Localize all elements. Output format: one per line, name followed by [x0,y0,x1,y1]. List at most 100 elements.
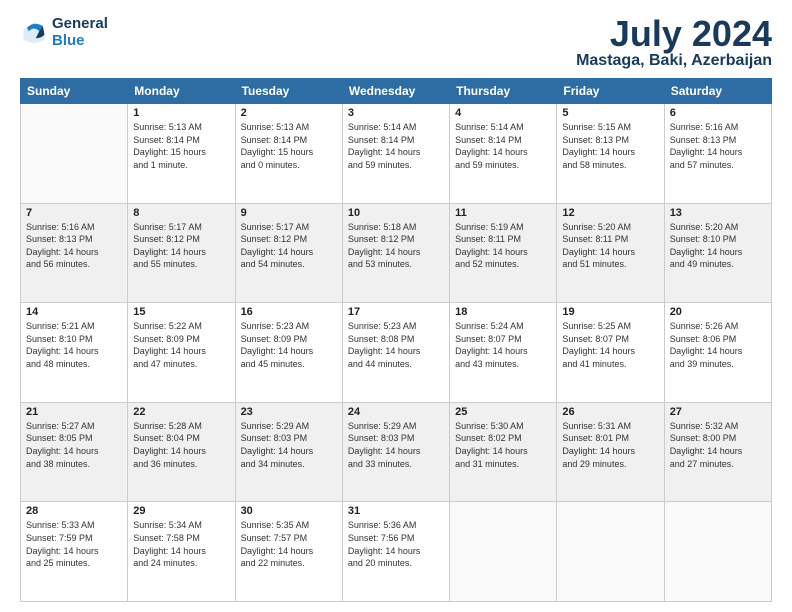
day-number: 20 [670,306,766,318]
day-info: Sunrise: 5:34 AM Sunset: 7:58 PM Dayligh… [133,519,229,569]
day-info: Sunrise: 5:22 AM Sunset: 8:09 PM Dayligh… [133,320,229,370]
calendar-week-row: 1 Sunrise: 5:13 AM Sunset: 8:14 PM Daylig… [21,104,772,204]
day-number: 1 [133,107,229,119]
col-sunday: Sunday [21,79,128,104]
table-row: 26 Sunrise: 5:31 AM Sunset: 8:01 PM Dayli… [557,402,664,502]
month-title: July 2024 [576,16,772,52]
table-row: 12 Sunrise: 5:20 AM Sunset: 8:11 PM Dayli… [557,203,664,303]
calendar-week-row: 14 Sunrise: 5:21 AM Sunset: 8:10 PM Dayli… [21,303,772,403]
table-row: 10Sunrise: 5:18 AM Sunset: 8:12 PM Dayli… [342,203,449,303]
logo-text: General Blue [52,16,108,49]
day-info: Sunrise: 5:20 AM Sunset: 8:10 PM Dayligh… [670,221,766,271]
day-number: 28 [26,505,122,517]
day-info: Sunrise: 5:13 AM Sunset: 8:14 PM Dayligh… [133,121,229,171]
table-row: 15Sunrise: 5:22 AM Sunset: 8:09 PM Dayli… [128,303,235,403]
day-info: Sunrise: 5:29 AM Sunset: 8:03 PM Dayligh… [241,420,337,470]
day-info: Sunrise: 5:17 AM Sunset: 8:12 PM Dayligh… [133,221,229,271]
day-number: 11 [455,207,551,219]
day-number: 7 [26,207,122,219]
day-info: Sunrise: 5:14 AM Sunset: 8:14 PM Dayligh… [348,121,444,171]
table-row [21,104,128,204]
day-number: 5 [562,107,658,119]
table-row: 16 Sunrise: 5:23 AM Sunset: 8:09 PM Dayli… [235,303,342,403]
table-row: 13 Sunrise: 5:20 AM Sunset: 8:10 PM Dayli… [664,203,771,303]
day-info: Sunrise: 5:30 AM Sunset: 8:02 PM Dayligh… [455,420,551,470]
table-row: 21Sunrise: 5:27 AM Sunset: 8:05 PM Dayli… [21,402,128,502]
table-row: 14 Sunrise: 5:21 AM Sunset: 8:10 PM Dayli… [21,303,128,403]
col-wednesday: Wednesday [342,79,449,104]
day-info: Sunrise: 5:23 AM Sunset: 8:08 PM Dayligh… [348,320,444,370]
calendar-week-row: 7 Sunrise: 5:16 AM Sunset: 8:13 PM Daylig… [21,203,772,303]
day-info: Sunrise: 5:20 AM Sunset: 8:11 PM Dayligh… [562,221,658,271]
table-row: 17 Sunrise: 5:23 AM Sunset: 8:08 PM Dayli… [342,303,449,403]
col-tuesday: Tuesday [235,79,342,104]
table-row: 20Sunrise: 5:26 AM Sunset: 8:06 PM Dayli… [664,303,771,403]
table-row: 23Sunrise: 5:29 AM Sunset: 8:03 PM Dayli… [235,402,342,502]
logo-general-text: General [52,16,108,33]
day-info: Sunrise: 5:31 AM Sunset: 8:01 PM Dayligh… [562,420,658,470]
day-number: 3 [348,107,444,119]
title-area: July 2024 Mastaga, Baki, Azerbaijan [576,16,772,70]
day-number: 19 [562,306,658,318]
location: Mastaga, Baki, Azerbaijan [576,52,772,70]
day-number: 12 [562,207,658,219]
table-row: 18 Sunrise: 5:24 AM Sunset: 8:07 PM Dayli… [450,303,557,403]
calendar-header-row: Sunday Monday Tuesday Wednesday Thursday… [21,79,772,104]
day-info: Sunrise: 5:35 AM Sunset: 7:57 PM Dayligh… [241,519,337,569]
day-info: Sunrise: 5:33 AM Sunset: 7:59 PM Dayligh… [26,519,122,569]
day-number: 26 [562,406,658,418]
table-row: 7 Sunrise: 5:16 AM Sunset: 8:13 PM Daylig… [21,203,128,303]
day-number: 27 [670,406,766,418]
calendar-week-row: 28 Sunrise: 5:33 AM Sunset: 7:59 PM Dayli… [21,502,772,602]
table-row: 6 Sunrise: 5:16 AM Sunset: 8:13 PM Daylig… [664,104,771,204]
day-info: Sunrise: 5:13 AM Sunset: 8:14 PM Dayligh… [241,121,337,171]
table-row: 1 Sunrise: 5:13 AM Sunset: 8:14 PM Daylig… [128,104,235,204]
table-row: 22 Sunrise: 5:28 AM Sunset: 8:04 PM Dayli… [128,402,235,502]
table-row: 25 Sunrise: 5:30 AM Sunset: 8:02 PM Dayli… [450,402,557,502]
day-number: 14 [26,306,122,318]
day-number: 2 [241,107,337,119]
table-row: 27 Sunrise: 5:32 AM Sunset: 8:00 PM Dayli… [664,402,771,502]
col-friday: Friday [557,79,664,104]
day-number: 8 [133,207,229,219]
table-row: 11Sunrise: 5:19 AM Sunset: 8:11 PM Dayli… [450,203,557,303]
table-row: 30Sunrise: 5:35 AM Sunset: 7:57 PM Dayli… [235,502,342,602]
table-row: 3 Sunrise: 5:14 AM Sunset: 8:14 PM Daylig… [342,104,449,204]
day-info: Sunrise: 5:32 AM Sunset: 8:00 PM Dayligh… [670,420,766,470]
day-number: 16 [241,306,337,318]
day-info: Sunrise: 5:17 AM Sunset: 8:12 PM Dayligh… [241,221,337,271]
table-row: 29Sunrise: 5:34 AM Sunset: 7:58 PM Dayli… [128,502,235,602]
col-thursday: Thursday [450,79,557,104]
col-monday: Monday [128,79,235,104]
table-row: 4Sunrise: 5:14 AM Sunset: 8:14 PM Daylig… [450,104,557,204]
table-row: 5Sunrise: 5:15 AM Sunset: 8:13 PM Daylig… [557,104,664,204]
day-info: Sunrise: 5:25 AM Sunset: 8:07 PM Dayligh… [562,320,658,370]
day-info: Sunrise: 5:27 AM Sunset: 8:05 PM Dayligh… [26,420,122,470]
day-info: Sunrise: 5:16 AM Sunset: 8:13 PM Dayligh… [670,121,766,171]
day-number: 18 [455,306,551,318]
day-number: 6 [670,107,766,119]
col-saturday: Saturday [664,79,771,104]
day-info: Sunrise: 5:16 AM Sunset: 8:13 PM Dayligh… [26,221,122,271]
table-row: 8 Sunrise: 5:17 AM Sunset: 8:12 PM Daylig… [128,203,235,303]
day-number: 17 [348,306,444,318]
day-info: Sunrise: 5:23 AM Sunset: 8:09 PM Dayligh… [241,320,337,370]
day-info: Sunrise: 5:36 AM Sunset: 7:56 PM Dayligh… [348,519,444,569]
day-number: 13 [670,207,766,219]
day-info: Sunrise: 5:28 AM Sunset: 8:04 PM Dayligh… [133,420,229,470]
day-number: 22 [133,406,229,418]
day-info: Sunrise: 5:18 AM Sunset: 8:12 PM Dayligh… [348,221,444,271]
table-row: 2 Sunrise: 5:13 AM Sunset: 8:14 PM Daylig… [235,104,342,204]
day-info: Sunrise: 5:21 AM Sunset: 8:10 PM Dayligh… [26,320,122,370]
day-number: 9 [241,207,337,219]
day-number: 31 [348,505,444,517]
day-number: 25 [455,406,551,418]
header: General Blue July 2024 Mastaga, Baki, Az… [20,16,772,70]
calendar-week-row: 21Sunrise: 5:27 AM Sunset: 8:05 PM Dayli… [21,402,772,502]
day-info: Sunrise: 5:29 AM Sunset: 8:03 PM Dayligh… [348,420,444,470]
table-row: 24Sunrise: 5:29 AM Sunset: 8:03 PM Dayli… [342,402,449,502]
day-info: Sunrise: 5:24 AM Sunset: 8:07 PM Dayligh… [455,320,551,370]
logo: General Blue [20,16,108,49]
day-number: 4 [455,107,551,119]
logo-icon [20,19,48,47]
